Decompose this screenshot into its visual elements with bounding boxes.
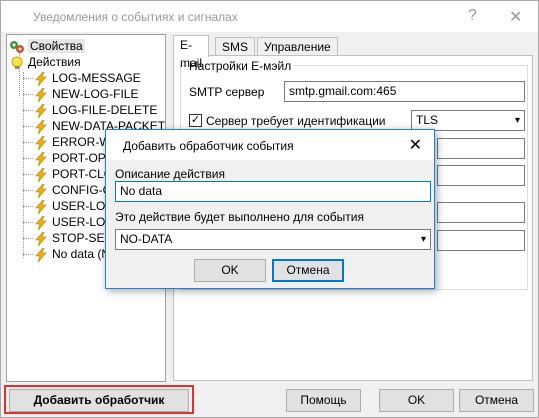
lightning-icon (35, 103, 47, 118)
tree-connector (23, 238, 33, 239)
chevron-down-icon: ▾ (420, 234, 426, 245)
event-select[interactable]: NO-DATA ▾ (115, 229, 431, 250)
help-button[interactable]: Помощь (286, 389, 361, 412)
help-icon[interactable]: ? (468, 7, 477, 25)
tab-email[interactable]: E-mail (173, 35, 210, 70)
hidden-field-3[interactable] (437, 202, 525, 223)
tree-item-action[interactable]: STOP-SER (33, 230, 113, 246)
tree-item-label: NEW-LOG-FILE (52, 87, 139, 101)
title-bar: Уведомления о событиях и сигналах ? ✕ (1, 1, 538, 32)
tree-item-action[interactable]: PORT-OPE (33, 150, 114, 166)
lightning-icon (35, 119, 47, 134)
smtp-server-label: SMTP сервер (189, 85, 265, 99)
tree-connector (23, 190, 33, 191)
hidden-field-1[interactable] (437, 138, 525, 159)
highlight-frame (4, 385, 194, 414)
tree-item-properties[interactable]: Свойства (9, 38, 85, 54)
description-label: Описание действия (115, 167, 225, 181)
tree-connector (23, 110, 33, 111)
auth-required-checkbox[interactable]: ✓ (189, 114, 202, 127)
lightning-icon (35, 247, 47, 262)
description-input[interactable]: No data (115, 181, 431, 202)
main-window: Уведомления о событиях и сигналах ? ✕ Св… (0, 0, 539, 418)
tree-connector (23, 254, 33, 255)
tree-item-label: No data (N (52, 247, 111, 261)
tree-connector (23, 222, 33, 223)
gears-icon (10, 40, 24, 53)
lightbulb-icon (11, 56, 23, 69)
smtp-server-input[interactable]: smtp.gmail.com:465 (284, 81, 525, 102)
dialog-ok-button[interactable]: OK (194, 259, 266, 282)
dialog-close-icon[interactable]: ✕ (409, 135, 422, 155)
window-title: Уведомления о событиях и сигналах (33, 10, 238, 24)
event-label: Это действие будет выполнено для события (115, 210, 364, 224)
dialog-title-bar: Добавить обработчик события ✕ (106, 130, 434, 160)
tab-management[interactable]: Управление (257, 37, 338, 57)
close-icon[interactable]: ✕ (509, 7, 522, 27)
auth-required-label: Сервер требует идентификации (206, 114, 386, 128)
ok-button[interactable]: OK (379, 389, 454, 412)
tree-item-action[interactable]: LOG-MESSAGE (33, 70, 141, 86)
security-select-value: TLS (416, 113, 439, 127)
add-event-handler-dialog: Добавить обработчик события ✕ Описание д… (105, 129, 435, 289)
chevron-down-icon: ▾ (514, 115, 520, 126)
tree-item-label: STOP-SER (52, 231, 114, 245)
tab-sms[interactable]: SMS (215, 37, 256, 57)
event-select-value: NO-DATA (120, 232, 173, 246)
lightning-icon (35, 167, 47, 182)
tree-connector (23, 174, 33, 175)
hidden-field-2[interactable] (437, 165, 525, 186)
security-select[interactable]: TLS ▾ (411, 110, 525, 131)
tree-item-action[interactable]: ERROR-WI (33, 134, 114, 150)
dialog-title: Добавить обработчик события (123, 139, 294, 153)
tree-item-label: Свойства (28, 39, 85, 53)
tree-connector (23, 72, 24, 258)
tree-item-action[interactable]: No data (N (33, 246, 110, 262)
lightning-icon (35, 135, 47, 150)
tree-item-action[interactable]: PORT-CLO (33, 166, 113, 182)
tree-item-action[interactable]: USER-LOG (33, 214, 115, 230)
tree-item-label: PORT-CLO (52, 167, 114, 181)
tree-item-actions[interactable]: Действия (9, 54, 81, 70)
tree-item-action[interactable]: USER-LOG (33, 198, 115, 214)
cancel-button[interactable]: Отмена (459, 389, 534, 412)
lightning-icon (35, 151, 47, 166)
tree-item-action[interactable]: NEW-LOG-FILE (33, 86, 138, 102)
hidden-field-4[interactable] (437, 230, 525, 251)
lightning-icon (35, 183, 47, 198)
lightning-icon (35, 231, 47, 246)
lightning-icon (35, 199, 47, 214)
tree-item-label: LOG-FILE-DELETE (52, 103, 158, 117)
lightning-icon (35, 71, 47, 86)
tree-item-label: Действия (28, 55, 81, 69)
tree-item-action[interactable]: LOG-FILE-DELETE (33, 102, 157, 118)
lightning-icon (35, 87, 47, 102)
tree-connector (23, 158, 33, 159)
lightning-icon (35, 215, 47, 230)
dialog-cancel-button[interactable]: Отмена (272, 259, 344, 282)
tree-connector (23, 94, 33, 95)
tree-connector (23, 142, 33, 143)
tree-connector (23, 206, 33, 207)
tree-item-label: LOG-MESSAGE (52, 71, 141, 85)
email-settings-group-label: Настройки Е-мэйл (187, 59, 294, 73)
tree-connector (23, 126, 33, 127)
tree-connector (23, 78, 33, 79)
